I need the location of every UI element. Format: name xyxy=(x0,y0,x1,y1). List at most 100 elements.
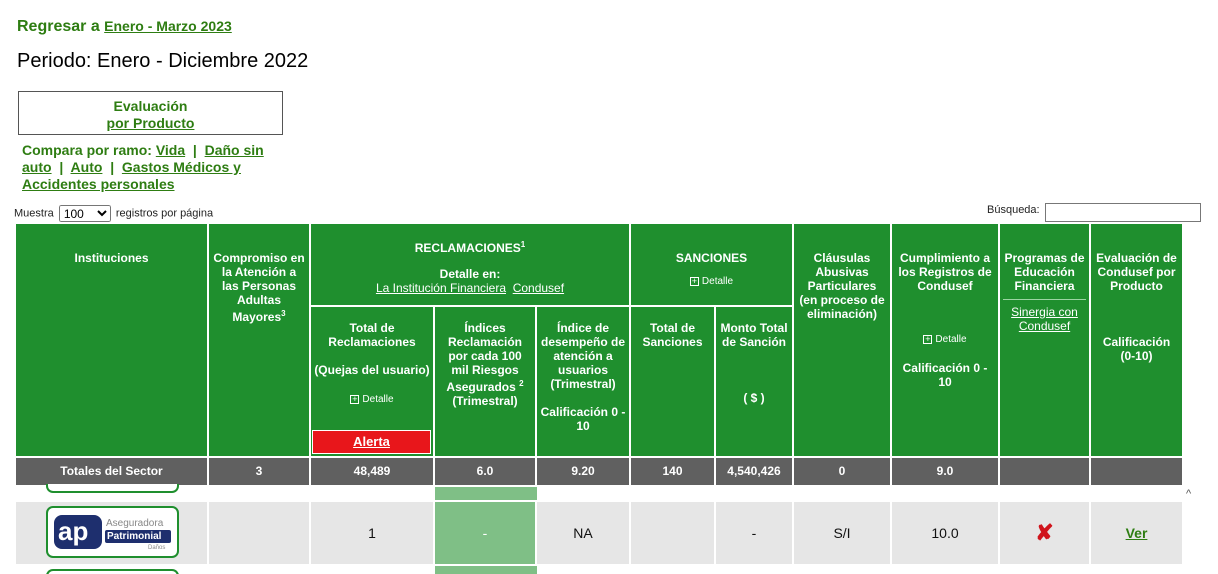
detalle-label: Detalle xyxy=(701,275,734,287)
evaluation-label: Evaluación xyxy=(113,98,188,114)
back-prefix: Regresar a xyxy=(17,18,100,35)
col-cumplimiento: Cumplimiento a los Registros de Condusef… xyxy=(892,224,998,456)
header-trimestral: (Trimestral) xyxy=(452,394,518,408)
link-sinergia[interactable]: Sinergia con Condusef xyxy=(1003,305,1086,333)
logo-line1: Aseguradora xyxy=(106,518,164,529)
col-programas: Programas de Educación Financiera Sinerg… xyxy=(1000,224,1089,456)
header-total-rec: Total de Reclamaciones xyxy=(328,321,416,349)
indices-sup: 2 xyxy=(519,379,524,388)
evaluacion-calif-label: Calificación (0-10) xyxy=(1102,335,1171,363)
cell-indices: - xyxy=(482,525,488,541)
detalle-en-label: Detalle en: xyxy=(439,267,501,281)
next-logo-fragment xyxy=(46,569,179,574)
cell-bg xyxy=(631,502,714,564)
col-sanciones: SANCIONES + Detalle xyxy=(631,224,792,305)
page-size-select[interactable]: 100 xyxy=(58,205,111,222)
page-title: Periodo: Enero - Diciembre 2022 xyxy=(17,50,309,72)
reclamaciones-detalle-toggle[interactable]: + Detalle xyxy=(350,393,394,407)
cell-evaluacion: Ver xyxy=(1091,502,1182,564)
totals-label: Totales del Sector xyxy=(16,458,207,485)
expand-icon: + xyxy=(350,394,360,404)
header-evaluacion: Evaluación de Condusef por Producto xyxy=(1096,251,1177,293)
col-instituciones: Instituciones xyxy=(16,224,207,456)
col-compromiso: Compromiso en la Atención a las Personas… xyxy=(209,224,309,456)
link-institucion-financiera[interactable]: La Institución Financiera xyxy=(376,281,506,295)
header-clausulas: Cláusulas Abusivas Particulares (en proc… xyxy=(799,251,885,321)
totals-monto: 4,540,426 xyxy=(716,458,792,485)
header-monto-unit: ( $ ) xyxy=(743,391,765,405)
muestra-label: Muestra xyxy=(14,207,54,220)
detalle-label: Detalle xyxy=(362,393,394,405)
logo-line2: Patrimonial xyxy=(105,530,171,543)
cell-cumplimiento: 10.0 xyxy=(931,525,959,541)
cumplimiento-detalle-toggle[interactable]: + Detalle xyxy=(923,333,967,347)
cell-clausulas: S/I xyxy=(833,525,851,541)
header-sanciones: SANCIONES xyxy=(675,251,748,265)
cross-icon: ✘ xyxy=(1035,520,1054,545)
col-clausulas: Cláusulas Abusivas Particulares (en proc… xyxy=(794,224,890,456)
header-desempeno: Índice de desempeño de atención a usuari… xyxy=(540,321,626,391)
totals-cumplimiento: 9.0 xyxy=(892,458,998,485)
totals-clausulas: 0 xyxy=(794,458,890,485)
indices-bar-bottom xyxy=(435,566,537,574)
logo-mark: ap xyxy=(54,515,102,549)
totals-compromiso: 3 xyxy=(209,458,309,485)
indices-bar-top xyxy=(435,487,537,500)
search-input[interactable] xyxy=(1045,203,1201,222)
alert-button[interactable]: Alerta xyxy=(312,430,431,454)
desempeno-calif-label: Calificación 0 - 10 xyxy=(540,405,626,433)
logo-ap-text: ap xyxy=(58,516,89,546)
back-link[interactable]: Enero - Marzo 2023 xyxy=(104,18,232,34)
ver-link[interactable]: Ver xyxy=(1126,525,1148,541)
ramo-link-vida[interactable]: Vida xyxy=(156,142,185,158)
header-cumplimiento: Cumplimiento a los Registros de Condusef xyxy=(898,251,992,293)
header-total-sanc: Total de Sanciones xyxy=(642,321,703,349)
cell-programas: ✘ xyxy=(1000,502,1089,564)
col-total-sanciones: Total de Sanciones xyxy=(631,307,714,456)
scroll-up-icon[interactable]: ^ xyxy=(1186,488,1191,500)
back-text: Regresar a Enero - Marzo 2023 xyxy=(17,18,232,36)
totals-total-rec: 48,489 xyxy=(311,458,433,485)
header-programas: Programas de Educación Financiera xyxy=(1004,251,1085,293)
prev-logo-fragment xyxy=(46,484,179,493)
detalle-label: Detalle xyxy=(935,333,967,345)
header-quejas: (Quejas del usuario) xyxy=(314,363,430,377)
header-compromiso: Compromiso en la Atención a las Personas… xyxy=(213,251,305,324)
header-monto: Monto Total de Sanción xyxy=(720,321,788,349)
totals-evaluacion xyxy=(1091,458,1182,485)
expand-icon: + xyxy=(689,276,699,286)
search-control: Búsqueda: xyxy=(987,203,1201,222)
sanciones-detalle-toggle[interactable]: + Detalle xyxy=(689,275,734,289)
totals-indices: 6.0 xyxy=(435,458,535,485)
cell-total-rec: 1 xyxy=(368,525,376,541)
reclamaciones-sup: 1 xyxy=(520,240,526,249)
cell-bg xyxy=(209,502,309,564)
evaluation-box: Evaluación por Producto xyxy=(18,91,283,135)
col-evaluacion: Evaluación de Condusef por Producto Cali… xyxy=(1091,224,1182,456)
header-indices: Índices Reclamación por cada 100 mil Rie… xyxy=(446,321,523,394)
totals-desempeno: 9.20 xyxy=(537,458,629,485)
page-size-control: Muestra 100 registros por página xyxy=(14,205,213,222)
muestra-suffix: registros por página xyxy=(115,207,214,220)
col-indices: Índices Reclamación por cada 100 mil Rie… xyxy=(435,307,535,456)
link-condusef[interactable]: Condusef xyxy=(513,281,564,295)
logo-line3: Daños xyxy=(148,545,166,551)
cumplimiento-calif-label: Calificación 0 - 10 xyxy=(902,360,988,389)
evaluation-link[interactable]: por Producto xyxy=(19,115,282,132)
ramo-link-auto[interactable]: Auto xyxy=(71,159,103,175)
search-label: Búsqueda: xyxy=(987,204,1040,216)
cell-monto: - xyxy=(751,525,757,541)
ramo-label: Compara por ramo: xyxy=(22,142,152,158)
institution-logo[interactable]: ap Aseguradora Patrimonial Daños xyxy=(46,506,179,558)
expand-icon: + xyxy=(923,334,933,344)
ramo-compare: Compara por ramo: Vida | Daño sin auto |… xyxy=(22,142,264,192)
col-desempeno: Índice de desempeño de atención a usuari… xyxy=(537,307,629,456)
compromiso-sup: 3 xyxy=(281,309,286,318)
header-reclamaciones: RECLAMACIONES xyxy=(414,241,521,255)
cell-desempeno: NA xyxy=(573,525,593,541)
ramo-link-gastos[interactable]: Gastos Médicos y Accidentes personales xyxy=(22,159,241,192)
totals-programas xyxy=(1000,458,1089,485)
header-instituciones: Instituciones xyxy=(74,251,149,265)
col-reclamaciones: RECLAMACIONES1 Detalle en: La Institució… xyxy=(311,224,629,305)
col-monto: Monto Total de Sanción ( $ ) xyxy=(716,307,792,456)
